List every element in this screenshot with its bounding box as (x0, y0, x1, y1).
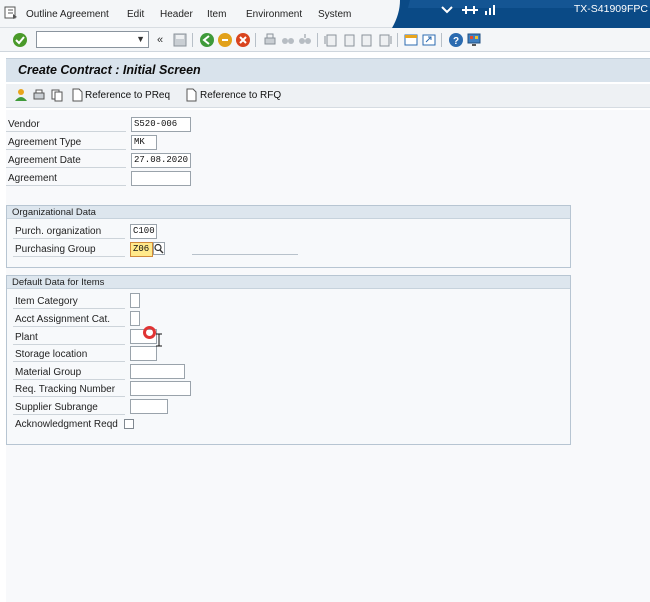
plant-label: Plant (13, 330, 125, 345)
purch-organization-label: Purch. organization (13, 224, 125, 239)
save-icon[interactable] (172, 32, 188, 48)
purchasing-group-label: Purchasing Group (13, 242, 125, 257)
reference-to-rfq-button[interactable]: Reference to RFQ (200, 90, 281, 101)
customize-layout-icon[interactable] (466, 32, 482, 48)
agreement-date-field[interactable]: 27.08.2020 (131, 153, 191, 168)
chevron-down-icon[interactable] (440, 5, 454, 15)
storage-location-label: Storage location (13, 347, 125, 362)
acct-assignment-cat-field[interactable] (130, 311, 140, 326)
find-icon[interactable] (280, 32, 296, 48)
purchasing-group-description (192, 254, 298, 255)
create-shortcut-icon[interactable] (421, 32, 437, 48)
item-category-label: Item Category (13, 294, 125, 309)
agreement-type-label: Agreement Type (6, 135, 126, 150)
toolbar-separator (192, 33, 193, 47)
print-preview-icon[interactable] (32, 88, 46, 102)
item-category-field[interactable] (130, 293, 140, 308)
standard-toolbar: ▼ « ? (0, 28, 650, 52)
vendor-icon[interactable] (14, 88, 28, 102)
document-icon (72, 88, 83, 102)
default-data-title: Default Data for Items (7, 276, 570, 289)
agreement-label: Agreement (6, 171, 126, 186)
print-icon[interactable] (262, 32, 278, 48)
enter-checkmark-icon[interactable] (12, 32, 28, 48)
storage-location-field[interactable] (130, 346, 157, 361)
connection-status-icon (485, 5, 495, 15)
screen-body: Vendor S520-006 Agreement Type MK Agreem… (6, 110, 650, 602)
page-title: Create Contract : Initial Screen (18, 63, 201, 77)
acct-assignment-cat-label: Acct Assignment Cat. (13, 312, 125, 327)
vendor-label: Vendor (6, 117, 126, 132)
first-page-icon[interactable] (323, 32, 339, 48)
cancel-icon[interactable] (235, 32, 251, 48)
purch-organization-field[interactable]: C100 (130, 224, 157, 239)
agreement-date-label: Agreement Date (6, 153, 126, 168)
help-icon[interactable]: ? (448, 32, 464, 48)
agreement-field[interactable] (131, 171, 191, 186)
menu-outline-agreement[interactable]: Outline Agreement (26, 9, 109, 20)
req-tracking-number-field[interactable] (130, 381, 191, 396)
material-group-field[interactable] (130, 364, 185, 379)
organizational-data-title: Organizational Data (7, 206, 570, 219)
purchasing-group-field[interactable]: Z06 (130, 242, 153, 257)
search-icon (154, 243, 164, 254)
chevron-down-icon[interactable]: ▼ (136, 34, 145, 44)
previous-page-icon[interactable] (341, 32, 357, 48)
command-field[interactable]: ▼ (36, 31, 149, 48)
document-icon (186, 88, 197, 102)
system-id-label: TX-S41909FPC (573, 3, 648, 15)
text-cursor-icon (156, 333, 162, 347)
menu-item[interactable]: Item (207, 9, 226, 20)
search-help-button[interactable] (153, 242, 165, 255)
reference-to-preq-button[interactable]: Reference to PReq (85, 90, 170, 101)
copy-icon[interactable] (50, 88, 64, 102)
menu-environment[interactable]: Environment (246, 9, 302, 20)
title-bar-right: TX-S41909FPC (350, 0, 650, 28)
menu-edit[interactable]: Edit (127, 9, 144, 20)
exit-icon[interactable] (217, 32, 233, 48)
agreement-type-field[interactable]: MK (131, 135, 157, 150)
back-icon[interactable] (199, 32, 215, 48)
organizational-data-group: Organizational Data Purch. organization … (6, 205, 571, 268)
supplier-subrange-field[interactable] (130, 399, 168, 414)
default-data-for-items-group: Default Data for Items Item Category Acc… (6, 275, 571, 445)
mouse-cursor-ring (143, 326, 156, 339)
toolbar-separator (397, 33, 398, 47)
collapse-double-chevron-icon[interactable]: « (157, 32, 173, 48)
menu-header[interactable]: Header (160, 9, 193, 20)
toolbar-separator (317, 33, 318, 47)
new-session-icon[interactable] (403, 32, 419, 48)
acknowledgment-reqd-checkbox[interactable] (124, 419, 134, 429)
material-group-label: Material Group (13, 365, 125, 380)
toolbar-separator (441, 33, 442, 47)
application-toolbar: Reference to PReq Reference to RFQ (6, 84, 650, 108)
req-tracking-number-label: Req. Tracking Number (13, 382, 125, 397)
toolbar-separator (255, 33, 256, 47)
screen-title-area: Create Contract : Initial Screen (6, 58, 650, 82)
acknowledgment-reqd-label: Acknowledgment Reqd (15, 419, 118, 430)
pin-icon[interactable] (460, 4, 480, 16)
next-page-icon[interactable] (359, 32, 375, 48)
last-page-icon[interactable] (377, 32, 393, 48)
svg-text:?: ? (453, 36, 459, 47)
supplier-subrange-label: Supplier Subrange (13, 400, 125, 415)
vendor-field[interactable]: S520-006 (131, 117, 191, 132)
menu-system[interactable]: System (318, 9, 351, 20)
find-next-icon[interactable] (297, 32, 313, 48)
menu-bar: Outline Agreement Edit Header Item Envir… (0, 0, 650, 28)
system-menu-icon[interactable] (4, 6, 18, 20)
